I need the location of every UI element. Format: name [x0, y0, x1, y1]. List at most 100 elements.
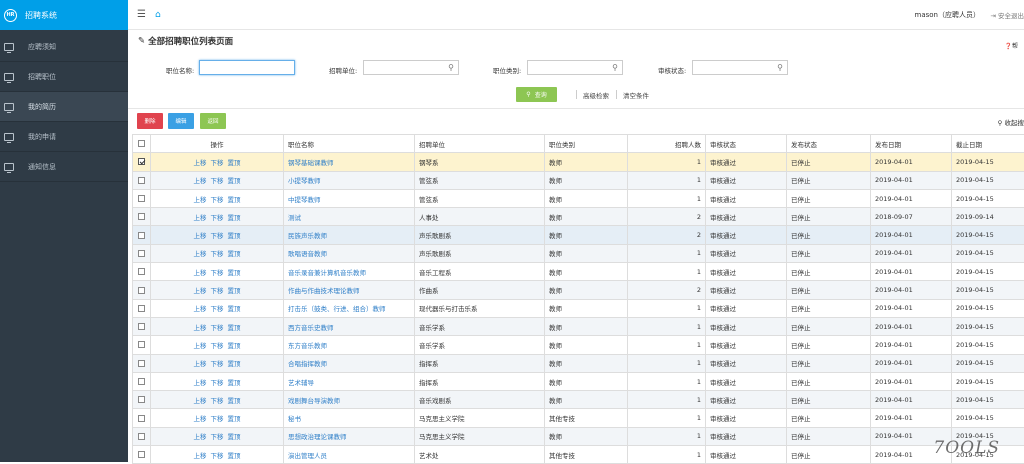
table-row[interactable]: 上移下移置顶中提琴教师管弦系教师1审核通过已停止2019-04-012019-0… [133, 189, 1024, 207]
move-down-link[interactable]: 下移 [211, 159, 224, 167]
move-down-link[interactable]: 下移 [211, 452, 224, 460]
pin-top-link[interactable]: 置顶 [228, 196, 241, 204]
move-down-link[interactable]: 下移 [211, 379, 224, 387]
move-up-link[interactable]: 上移 [194, 196, 207, 204]
move-up-link[interactable]: 上移 [194, 415, 207, 423]
move-down-link[interactable]: 下移 [211, 177, 224, 185]
pin-top-link[interactable]: 置顶 [228, 159, 241, 167]
row-checkbox[interactable] [138, 287, 145, 294]
pin-top-link[interactable]: 置顶 [228, 397, 241, 405]
table-row[interactable]: 上移下移置顶秘书马克思主义学院其他专技1审核通过已停止2019-04-01201… [133, 409, 1024, 427]
move-down-link[interactable]: 下移 [211, 342, 224, 350]
column-header[interactable]: 截止日期 [952, 135, 1024, 153]
table-row[interactable]: 上移下移置顶作曲与作曲技术理论教师作曲系教师2审核通过已停止2019-04-01… [133, 281, 1024, 299]
column-header[interactable]: 职位名称 [284, 135, 415, 153]
pin-top-link[interactable]: 置顶 [228, 379, 241, 387]
move-up-link[interactable]: 上移 [194, 269, 207, 277]
delete-button[interactable]: 删除 [137, 113, 163, 129]
table-row[interactable]: 上移下移置顶歌唱语音教师声乐歌剧系教师1审核通过已停止2019-04-01201… [133, 244, 1024, 262]
position-name-link[interactable]: 西方音乐史教师 [284, 317, 415, 335]
move-up-link[interactable]: 上移 [194, 360, 207, 368]
sidebar-item-my-applications[interactable]: 我的申请 [0, 122, 128, 152]
pin-top-link[interactable]: 置顶 [228, 360, 241, 368]
search-icon[interactable]: ⚲ [448, 63, 454, 72]
table-row[interactable]: 上移下移置顶合唱指挥教师指挥系教师1审核通过已停止2019-04-012019-… [133, 354, 1024, 372]
logout-link[interactable]: ⇥ 安全退出 [990, 10, 1024, 20]
pin-top-link[interactable]: 置顶 [228, 433, 241, 441]
table-row[interactable]: 上移下移置顶东方音乐教师音乐学系教师1审核通过已停止2019-04-012019… [133, 336, 1024, 354]
position-name-link[interactable]: 钢琴基础课教师 [284, 153, 415, 171]
back-button[interactable]: 返回 [200, 113, 226, 129]
pin-top-link[interactable]: 置顶 [228, 269, 241, 277]
column-header[interactable]: 发布日期 [871, 135, 952, 153]
move-down-link[interactable]: 下移 [211, 360, 224, 368]
move-down-link[interactable]: 下移 [211, 305, 224, 313]
row-checkbox[interactable] [138, 177, 145, 184]
row-checkbox[interactable] [138, 360, 145, 367]
pin-top-link[interactable]: 置顶 [228, 342, 241, 350]
position-name-link[interactable]: 民族声乐教师 [284, 226, 415, 244]
position-name-link[interactable]: 合唱指挥教师 [284, 354, 415, 372]
table-row[interactable]: 上移下移置顶艺术辅导指挥系教师1审核通过已停止2019-04-012019-04… [133, 372, 1024, 390]
pin-top-link[interactable]: 置顶 [228, 305, 241, 313]
row-checkbox[interactable] [138, 158, 145, 165]
pin-top-link[interactable]: 置顶 [228, 452, 241, 460]
row-checkbox[interactable] [138, 195, 145, 202]
move-up-link[interactable]: 上移 [194, 250, 207, 258]
hamburger-menu-icon[interactable]: ☰ [137, 9, 146, 20]
table-row[interactable]: 上移下移置顶小提琴教师管弦系教师1审核通过已停止2019-04-012019-0… [133, 171, 1024, 189]
position-name-input[interactable] [199, 60, 295, 75]
pin-top-link[interactable]: 置顶 [228, 177, 241, 185]
move-down-link[interactable]: 下移 [211, 232, 224, 240]
move-up-link[interactable]: 上移 [194, 379, 207, 387]
move-up-link[interactable]: 上移 [194, 177, 207, 185]
move-up-link[interactable]: 上移 [194, 232, 207, 240]
move-up-link[interactable]: 上移 [194, 342, 207, 350]
move-down-link[interactable]: 下移 [211, 196, 224, 204]
move-up-link[interactable]: 上移 [194, 433, 207, 441]
table-row[interactable]: 上移下移置顶思想政治理论课教师马克思主义学院教师1审核通过已停止2019-04-… [133, 427, 1024, 445]
table-row[interactable]: 上移下移置顶测试人事处教师2审核通过已停止2018-09-072019-09-1… [133, 208, 1024, 226]
table-row[interactable]: 上移下移置顶演出管理人员艺术处其他专技1审核通过已停止2019-04-01201… [133, 446, 1024, 464]
position-name-link[interactable]: 秘书 [284, 409, 415, 427]
audit-status-input[interactable]: ⚲ [692, 60, 788, 75]
sidebar-item-job-positions[interactable]: 招聘职位 [0, 62, 128, 92]
sidebar-item-my-resume[interactable]: 我的简历 [0, 92, 128, 122]
position-name-link[interactable]: 中提琴教师 [284, 189, 415, 207]
move-down-link[interactable]: 下移 [211, 397, 224, 405]
column-header[interactable]: 招聘人数 [628, 135, 706, 153]
unit-input[interactable]: ⚲ [363, 60, 459, 75]
table-row[interactable]: 上移下移置顶戏剧舞台导演教师音乐戏剧系教师1审核通过已停止2019-04-012… [133, 391, 1024, 409]
home-icon[interactable]: ⌂ [155, 10, 161, 20]
collapse-search-link[interactable]: ⚲ 收起搜 [998, 117, 1024, 127]
category-input[interactable]: ⚲ [527, 60, 623, 75]
pin-top-link[interactable]: 置顶 [228, 250, 241, 258]
move-down-link[interactable]: 下移 [211, 324, 224, 332]
table-row[interactable]: 上移下移置顶民族声乐教师声乐歌剧系教师2审核通过已停止2019-04-01201… [133, 226, 1024, 244]
move-down-link[interactable]: 下移 [211, 214, 224, 222]
pin-top-link[interactable]: 置顶 [228, 324, 241, 332]
move-down-link[interactable]: 下移 [211, 415, 224, 423]
pin-top-link[interactable]: 置顶 [228, 415, 241, 423]
position-name-link[interactable]: 戏剧舞台导演教师 [284, 391, 415, 409]
row-checkbox[interactable] [138, 323, 145, 330]
move-up-link[interactable]: 上移 [194, 214, 207, 222]
column-header[interactable]: 招聘单位 [415, 135, 545, 153]
pin-top-link[interactable]: 置顶 [228, 214, 241, 222]
position-name-link[interactable]: 打击乐（鼓类、行进、组合）教师 [284, 299, 415, 317]
search-icon[interactable]: ⚲ [612, 63, 618, 72]
edit-button[interactable]: 编辑 [168, 113, 194, 129]
row-checkbox[interactable] [138, 415, 145, 422]
search-icon[interactable]: ⚲ [777, 63, 783, 72]
pin-top-link[interactable]: 置顶 [228, 287, 241, 295]
position-name-link[interactable]: 艺术辅导 [284, 372, 415, 390]
advanced-search-link[interactable]: 高级检索 [583, 90, 609, 100]
row-checkbox[interactable] [138, 305, 145, 312]
row-checkbox[interactable] [138, 341, 145, 348]
row-checkbox[interactable] [138, 213, 145, 220]
table-row[interactable]: 上移下移置顶西方音乐史教师音乐学系教师1审核通过已停止2019-04-01201… [133, 317, 1024, 335]
position-name-link[interactable]: 音乐录音兼计算机音乐教师 [284, 263, 415, 281]
column-header[interactable]: 审核状态 [706, 135, 787, 153]
position-name-link[interactable]: 东方音乐教师 [284, 336, 415, 354]
select-all-checkbox[interactable] [138, 140, 145, 147]
